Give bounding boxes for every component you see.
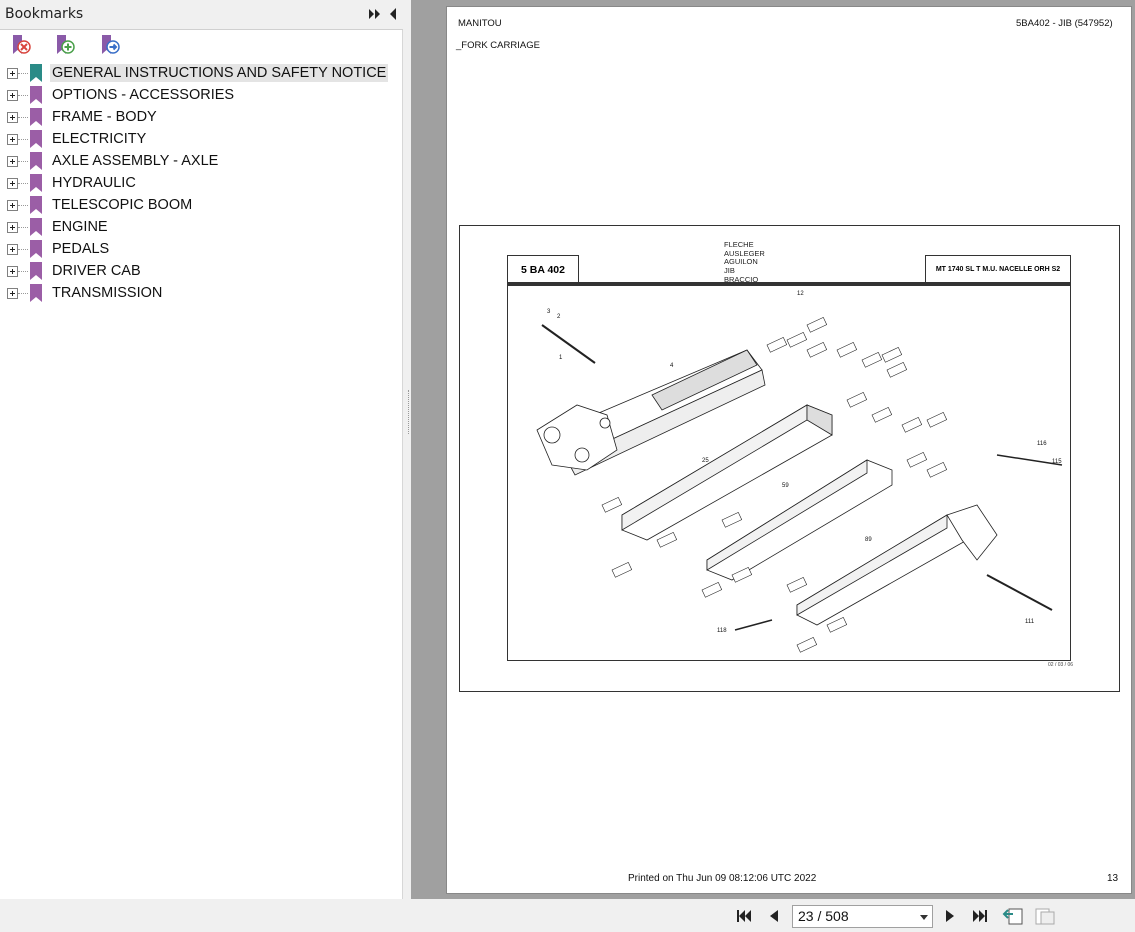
delete-bookmark-icon[interactable] (10, 34, 32, 56)
bookmark-item[interactable]: TRANSMISSION (0, 282, 400, 304)
tree-connector (18, 249, 28, 250)
callout-label: 118 (717, 628, 727, 634)
callout-label: 59 (782, 483, 789, 489)
page-header-left: MANITOU (458, 18, 502, 29)
figure-code: 5 BA 402 (507, 255, 579, 285)
expand-toggle-icon[interactable] (7, 266, 18, 277)
callout-label: 89 (865, 537, 872, 543)
tree-connector (18, 139, 28, 140)
bookmark-icon (30, 240, 42, 258)
expand-toggle-icon[interactable] (7, 288, 18, 299)
bookmark-item[interactable]: TELESCOPIC BOOM (0, 194, 400, 216)
exploded-parts-diagram: 1 2 3 4 25 59 89 116 115 12 118 111 (536, 291, 1062, 653)
bookmark-icon (30, 196, 42, 214)
bookmark-label[interactable]: HYDRAULIC (50, 174, 138, 192)
bookmark-icon (30, 130, 42, 148)
pane-splitter[interactable] (404, 0, 411, 899)
expand-toggle-icon[interactable] (7, 178, 18, 189)
callout-label: 3 (547, 309, 551, 315)
bookmark-label[interactable]: GENERAL INSTRUCTIONS AND SAFETY NOTICE (50, 64, 389, 82)
callout-label: 115 (1052, 459, 1062, 465)
printed-footer: Printed on Thu Jun 09 08:12:06 UTC 2022 (628, 873, 817, 884)
bookmark-item[interactable]: ENGINE (0, 216, 400, 238)
bookmarks-title: Bookmarks (5, 6, 84, 22)
figure-name-it: BRACCIO (724, 274, 759, 284)
bookmark-label[interactable]: DRIVER CAB (50, 262, 143, 280)
bookmark-label[interactable]: FRAME - BODY (50, 108, 159, 126)
bookmark-icon (30, 86, 42, 104)
bookmarks-header: Bookmarks (0, 0, 403, 30)
go-back-icon[interactable] (1002, 906, 1024, 926)
bookmarks-panel: Bookmarks GENERAL INSTRUCTIONS AND SAFET… (0, 0, 403, 899)
callout-label: 2 (557, 314, 561, 320)
bookmark-icon (30, 152, 42, 170)
bookmark-icon (30, 174, 42, 192)
bookmark-item[interactable]: GENERAL INSTRUCTIONS AND SAFETY NOTICE (0, 62, 400, 84)
add-bookmark-icon[interactable] (54, 34, 76, 56)
expand-toggle-icon[interactable] (7, 90, 18, 101)
tree-connector (18, 95, 28, 96)
callout-label: 116 (1037, 441, 1047, 447)
expand-toggle-icon[interactable] (7, 134, 18, 145)
figure-names: FLECHE AUSLEGER AGUILON JIB BRACCIO (724, 240, 765, 285)
callout-label: 12 (797, 291, 804, 297)
bookmark-item[interactable]: HYDRAULIC (0, 172, 400, 194)
expand-toggle-icon[interactable] (7, 156, 18, 167)
bookmarks-toolbar (0, 30, 403, 60)
first-page-icon[interactable] (735, 908, 753, 924)
collapse-panel-icon[interactable] (388, 6, 398, 22)
previous-page-icon[interactable] (765, 908, 783, 924)
bookmark-item[interactable]: DRIVER CAB (0, 260, 400, 282)
bookmark-label[interactable]: OPTIONS - ACCESSORIES (50, 86, 236, 104)
tree-connector (18, 183, 28, 184)
chevron-down-icon (920, 915, 928, 920)
expand-toggle-icon[interactable] (7, 244, 18, 255)
expand-toggle-icon[interactable] (7, 200, 18, 211)
figure-model: MT 1740 SL T M.U. NACELLE ORH S2 (925, 255, 1071, 285)
bookmark-icon (30, 218, 42, 236)
bookmark-icon (30, 262, 42, 280)
tree-connector (18, 73, 28, 74)
page-selector[interactable]: 23 / 508 (792, 905, 933, 928)
bookmark-icon (30, 108, 42, 126)
bookmark-icon (30, 284, 42, 302)
callout-label: 111 (1025, 619, 1035, 625)
bookmark-item[interactable]: OPTIONS - ACCESSORIES (0, 84, 400, 106)
go-forward-icon[interactable] (1034, 906, 1056, 926)
tree-connector (18, 205, 28, 206)
bookmark-item[interactable]: ELECTRICITY (0, 128, 400, 150)
bookmark-item[interactable]: FRAME - BODY (0, 106, 400, 128)
bookmark-label[interactable]: AXLE ASSEMBLY - AXLE (50, 152, 220, 170)
tree-connector (18, 227, 28, 228)
page-number: 13 (1107, 873, 1119, 884)
expand-toggle-icon[interactable] (7, 68, 18, 79)
splitter-grip[interactable] (408, 390, 410, 434)
figure-date: 02 / 03 / 06 (1048, 662, 1074, 668)
navigation-bar (0, 899, 1135, 932)
bookmark-label[interactable]: TRANSMISSION (50, 284, 164, 302)
bookmark-icon (30, 64, 42, 82)
go-to-bookmark-icon[interactable] (99, 34, 121, 56)
expand-panel-icon[interactable] (368, 7, 382, 21)
tree-connector (18, 293, 28, 294)
tree-connector (18, 271, 28, 272)
callout-label: 4 (670, 363, 674, 369)
section-title: _FORK CARRIAGE (456, 40, 540, 51)
tree-connector (18, 161, 28, 162)
bookmark-label[interactable]: ELECTRICITY (50, 130, 148, 148)
bookmark-label[interactable]: PEDALS (50, 240, 111, 258)
next-page-icon[interactable] (941, 908, 959, 924)
expand-toggle-icon[interactable] (7, 222, 18, 233)
bookmark-item[interactable]: PEDALS (0, 238, 400, 260)
bookmark-label[interactable]: ENGINE (50, 218, 110, 236)
callout-label: 1 (559, 355, 563, 361)
page-header-right: 5BA402 - JIB (547952) (1016, 18, 1113, 29)
bookmark-item[interactable]: AXLE ASSEMBLY - AXLE (0, 150, 400, 172)
expand-toggle-icon[interactable] (7, 112, 18, 123)
tree-connector (18, 117, 28, 118)
last-page-icon[interactable] (971, 908, 989, 924)
callout-label: 25 (702, 458, 709, 464)
bookmark-label[interactable]: TELESCOPIC BOOM (50, 196, 194, 214)
page-indicator: 23 / 508 (798, 908, 849, 924)
